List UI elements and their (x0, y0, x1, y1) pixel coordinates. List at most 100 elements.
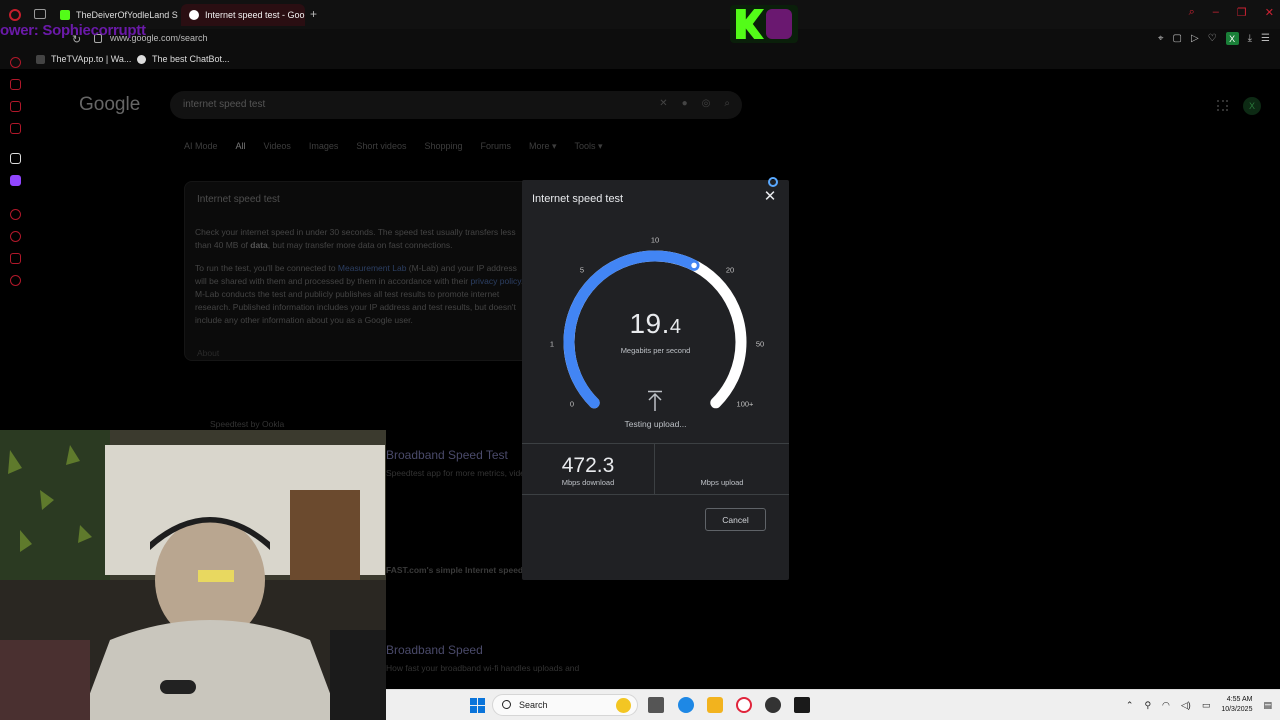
obs-icon[interactable] (765, 697, 781, 713)
speed-test-dialog: Internet speed test ✕ 0 1 5 10 20 50 100… (522, 177, 789, 580)
clock-time: 4:55 AM (1226, 696, 1253, 703)
sidebar-arrow-icon[interactable] (10, 153, 21, 164)
tab-short-videos[interactable]: Short videos (356, 141, 406, 152)
sidebar-history-icon[interactable] (10, 231, 21, 242)
mic-icon[interactable]: ● (682, 98, 688, 109)
volume-icon[interactable]: ◁) (1181, 700, 1191, 711)
windows-start-icon[interactable] (470, 698, 485, 713)
speed-test-card: Internet speed test Check your internet … (184, 181, 544, 361)
taskbar: Search ⌃ ⚲ ◠ ◁) ▭ 4:55 AM 10/3/2025 ▤ (386, 689, 1280, 720)
tab-title: Internet speed test - Goo (205, 10, 305, 20)
lens-icon[interactable]: ◎ (702, 98, 711, 109)
gauge-needle-knob (689, 261, 699, 270)
tab-videos[interactable]: Videos (264, 141, 291, 152)
upload-unit-label: Mbps upload (700, 478, 744, 487)
tab-forums[interactable]: Forums (481, 141, 512, 152)
chevron-up-icon[interactable]: ⌃ (1126, 700, 1134, 711)
new-tab-button[interactable]: + (310, 7, 317, 21)
google-favicon-icon (189, 10, 199, 20)
close-dialog-button[interactable]: ✕ (763, 189, 777, 204)
tab-shopping[interactable]: Shopping (424, 141, 462, 152)
download-speed-value: 472.3 (561, 454, 615, 477)
cursor-highlight-icon (768, 177, 778, 187)
system-tray: ⌃ ⚲ ◠ ◁) ▭ 4:55 AM 10/3/2025 ▤ (1126, 695, 1272, 715)
cancel-button[interactable]: Cancel (705, 508, 766, 531)
tab-more[interactable]: More ▾ (529, 141, 557, 152)
gauge-tick: 10 (650, 235, 660, 245)
task-view-icon[interactable] (648, 697, 664, 713)
pin-icon[interactable]: ⌖ (1158, 33, 1164, 44)
card-paragraph: To run the test, you'll be connected to … (195, 263, 523, 325)
speed-integer: 19. (629, 308, 670, 339)
gauge-tick: 20 (725, 265, 735, 275)
wifi-icon[interactable]: ◠ (1162, 700, 1170, 711)
sidebar-speed-dial-icon[interactable] (10, 57, 21, 68)
mlab-link[interactable]: Measurement Lab (338, 263, 407, 273)
sidebar-twitch-icon[interactable] (10, 175, 21, 186)
address-bar: ↻ www.google.com/search ⌖ ▢ ▷ ♡ X ⤓ ☰ (0, 29, 1280, 49)
app-icon[interactable] (794, 697, 810, 713)
google-apps-icon[interactable] (1217, 100, 1228, 111)
result-title[interactable]: Broadband Speed Test (386, 448, 508, 462)
extension-x-icon[interactable]: X (1225, 32, 1239, 45)
browser-sidebar (0, 57, 30, 429)
clock-date: 10/3/2025 (1221, 706, 1253, 713)
privacy-policy-link[interactable]: privacy policy (470, 276, 520, 286)
sidebar-app-icon[interactable] (10, 123, 21, 134)
gauge-tick: 5 (579, 265, 585, 275)
close-window-button[interactable]: ✕ (1265, 6, 1274, 19)
minimize-button[interactable]: – (1213, 6, 1219, 19)
player-icon[interactable]: ▷ (1191, 33, 1199, 44)
sidebar-settings-icon[interactable] (10, 275, 21, 286)
clear-icon[interactable]: ✕ (659, 98, 667, 109)
tab-ai-mode[interactable]: AI Mode (184, 141, 218, 152)
speed-unit-label: Megabits per second (620, 346, 691, 355)
bookmark-item[interactable]: TheTVApp.to | Wa... (36, 54, 131, 64)
search-input[interactable]: internet speed test (183, 99, 265, 110)
download-unit-label: Mbps download (561, 478, 615, 487)
tab-list-icon[interactable] (34, 9, 46, 19)
window-controls: ⌕ – ❐ ✕ (1189, 6, 1274, 19)
edge-icon[interactable] (678, 697, 694, 713)
divider (522, 494, 789, 495)
divider (522, 443, 789, 444)
sidebar-player-icon[interactable] (10, 209, 21, 220)
bookmark-label: The best ChatBot... (152, 54, 230, 64)
maximize-button[interactable]: ❐ (1237, 6, 1247, 19)
search-icon[interactable]: ⌕ (724, 98, 730, 109)
bookmarks-bar: TheTVApp.to | Wa... The best ChatBot... (0, 49, 1280, 69)
notification-icon[interactable]: ▤ (1263, 700, 1272, 711)
sidebar-messenger-icon[interactable] (10, 101, 21, 112)
taskbar-search[interactable]: Search (492, 694, 638, 716)
opera-logo-icon[interactable] (9, 9, 21, 21)
tab-all[interactable]: All (236, 141, 246, 152)
google-logo[interactable]: Google (79, 94, 140, 116)
sidebar-extensions-icon[interactable] (10, 253, 21, 264)
menu-icon[interactable]: ☰ (1261, 33, 1270, 44)
bookmark-item[interactable]: The best ChatBot... (137, 54, 230, 64)
chatbot-favicon-icon (137, 54, 146, 64)
result-title[interactable]: Broadband Speed (386, 643, 483, 657)
file-explorer-icon[interactable] (707, 697, 723, 713)
mic-icon[interactable]: ⚲ (1144, 700, 1151, 711)
current-speed: 19.4 (522, 308, 789, 340)
result-source[interactable]: Speedtest by Ookla (210, 419, 284, 429)
tab-tools[interactable]: Tools ▾ (575, 141, 603, 152)
snapshot-icon[interactable]: ▢ (1172, 33, 1181, 44)
avatar[interactable]: X (1243, 97, 1261, 115)
webcam-image (0, 430, 386, 720)
battery-icon[interactable]: ▭ (1202, 700, 1211, 711)
tab-speed-test[interactable]: Internet speed test - Goo (181, 4, 305, 26)
search-tabs-icon[interactable]: ⌕ (1189, 6, 1195, 19)
dialog-title: Internet speed test (532, 193, 624, 205)
opera-gx-icon[interactable] (736, 697, 752, 713)
search-tabs: AI Mode All Videos Images Short videos S… (184, 141, 603, 152)
sidebar-aria-icon[interactable] (10, 79, 21, 90)
clock[interactable]: 4:55 AM 10/3/2025 (1221, 695, 1252, 715)
heart-icon[interactable]: ♡ (1208, 33, 1217, 44)
download-icon[interactable]: ⤓ (1248, 33, 1252, 44)
gauge-tick: 0 (569, 399, 575, 409)
tab-images[interactable]: Images (309, 141, 339, 152)
about-link[interactable]: About (197, 348, 219, 358)
search-box[interactable]: internet speed test ✕ ● ◎ ⌕ (170, 91, 742, 119)
